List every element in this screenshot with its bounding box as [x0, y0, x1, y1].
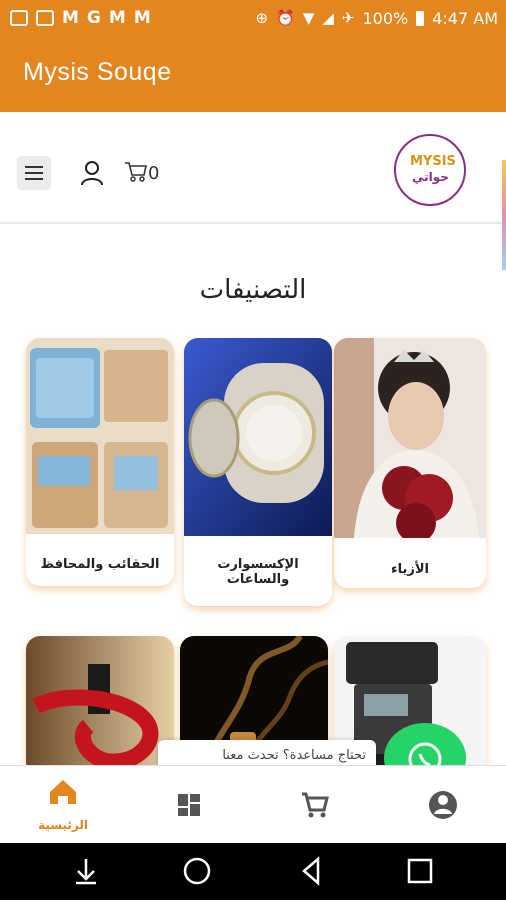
message-icon: [10, 10, 28, 26]
battery-icon: [416, 10, 425, 26]
bottom-navigation: الرئيسية: [0, 765, 506, 844]
nav-home[interactable]: الرئيسية: [0, 766, 126, 844]
category-label: الأزياء: [390, 562, 430, 577]
hamburger-menu-button[interactable]: [17, 156, 51, 190]
app-bar: Mysis Souqe: [0, 36, 506, 112]
g-icon: G: [86, 8, 101, 28]
side-decoration: [502, 160, 506, 270]
diamond-watch-photo: [184, 338, 332, 536]
category-card-bags[interactable]: الحقائب والمحافظ: [26, 338, 174, 586]
wallets-photo: [26, 338, 174, 534]
signal-icon: ◢: [322, 9, 334, 27]
gmail-icon: M: [133, 8, 151, 28]
logo-text-en: MYSIS: [410, 154, 456, 169]
category-card-fashion[interactable]: الأزياء: [334, 338, 486, 588]
cart-count[interactable]: 0: [148, 163, 159, 184]
category-label: الحقائب والمحافظ: [40, 557, 160, 572]
app-title: Mysis Souqe: [23, 58, 172, 86]
category-card-accessories[interactable]: الإكسسوارت والساعات: [184, 338, 332, 606]
user-icon[interactable]: [80, 160, 104, 186]
nav-label: الرئيسية: [38, 818, 88, 832]
menu-line: [25, 166, 43, 168]
cart-icon: [302, 792, 329, 818]
recents-icon[interactable]: [407, 858, 433, 884]
home-icon: [50, 780, 76, 804]
store-header: 0 MYSIS حواتي: [0, 112, 506, 224]
gmail-icon: M: [108, 8, 126, 28]
nav-account[interactable]: [378, 766, 504, 844]
categories-title: التصنيفات: [199, 275, 307, 305]
category-card-makeup[interactable]: [26, 636, 174, 776]
wifi-icon: ▼: [302, 9, 315, 27]
category-label: الإكسسوارت والساعات: [217, 557, 299, 587]
battery-percent: 100%: [362, 8, 409, 28]
system-navigation-bar: [0, 843, 506, 900]
alarm-icon: ⏰: [276, 9, 295, 27]
gmail-icon: M: [62, 8, 79, 28]
nav-cart[interactable]: [252, 766, 378, 844]
nav-categories[interactable]: [126, 766, 252, 844]
home-circle-icon[interactable]: [183, 857, 211, 885]
bride-photo: [334, 338, 486, 538]
status-bar: M G M M ⊕ ⏰ ▼ ◢ ✈ 100% 4:47 AM: [0, 0, 506, 36]
cart-icon[interactable]: [124, 161, 148, 183]
menu-line: [25, 178, 43, 180]
square-icon: [36, 10, 54, 26]
logo-text-ar: حواتي: [412, 170, 449, 184]
data-saver-icon: ⊕: [255, 9, 269, 27]
airplane-icon: ✈: [341, 9, 355, 27]
store-logo[interactable]: MYSIS حواتي: [394, 134, 466, 206]
clock: 4:47 AM: [432, 8, 498, 28]
lipstick-photo: [26, 636, 174, 776]
notification-icons: M G M M: [0, 8, 151, 28]
menu-line: [25, 172, 43, 174]
categories-icon: [178, 794, 200, 816]
account-icon: [429, 791, 457, 819]
back-icon[interactable]: [302, 856, 320, 886]
download-icon[interactable]: [76, 859, 96, 885]
system-nav-icons: [76, 856, 433, 886]
